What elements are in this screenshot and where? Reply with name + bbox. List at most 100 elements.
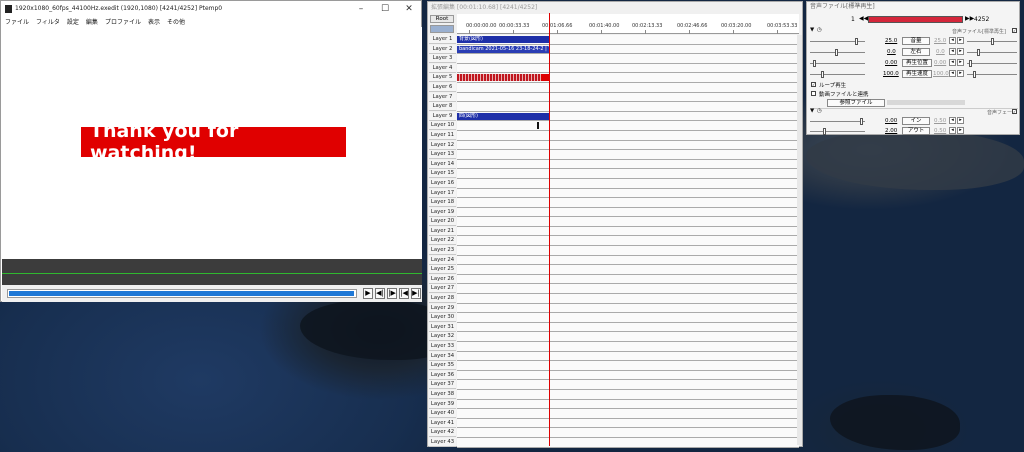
menu-other[interactable]: その他 (167, 17, 185, 26)
layer-lane[interactable] (457, 73, 799, 83)
layer-label[interactable]: Layer 34 (429, 351, 456, 361)
layer-label[interactable]: Layer 2 (429, 44, 456, 54)
layer-label[interactable]: Layer 40 (429, 409, 456, 419)
collapse-icon[interactable]: ▼ (810, 108, 814, 114)
layer-lane[interactable] (457, 236, 799, 247)
layer-lane[interactable] (457, 380, 799, 390)
layer-label[interactable]: Layer 28 (429, 294, 456, 304)
layer-lane[interactable]: 四(図形) (457, 111, 799, 122)
layer-label[interactable]: Layer 12 (429, 140, 456, 150)
position-slider-left[interactable] (810, 63, 865, 64)
go-start-button[interactable]: |◀ (399, 288, 409, 299)
layer-lane[interactable] (457, 54, 799, 64)
layer-label[interactable]: Layer 3 (429, 54, 456, 64)
prev-frame-icon[interactable]: ◀◀ (859, 15, 868, 23)
layer-label[interactable]: Layer 30 (429, 313, 456, 323)
layer-lane[interactable] (457, 178, 799, 189)
layer-lane[interactable] (457, 389, 799, 400)
layer-lane[interactable] (457, 437, 799, 448)
menu-file[interactable]: ファイル (5, 17, 29, 26)
fade-out-button[interactable]: アウト (902, 127, 930, 135)
speed-value-left[interactable]: 100.0 (883, 71, 899, 77)
increment-icon[interactable]: ▸ (957, 48, 964, 55)
play-button[interactable]: ▶ (363, 288, 373, 299)
slider-knob[interactable] (977, 49, 980, 56)
layer-lane[interactable] (457, 92, 799, 103)
layer-label[interactable]: Layer 23 (429, 246, 456, 256)
fade-checkbox[interactable]: ✓ (1012, 109, 1017, 114)
layer-label[interactable]: Layer 39 (429, 399, 456, 409)
layer-label[interactable]: Layer 32 (429, 332, 456, 342)
layer-lane[interactable] (457, 140, 799, 151)
layer-label[interactable]: Layer 41 (429, 418, 456, 428)
layer-label[interactable]: Layer 22 (429, 236, 456, 246)
layer-lane[interactable] (457, 370, 799, 381)
collapse-icon[interactable]: ▼ (810, 27, 814, 33)
close-icon[interactable]: ✕ (397, 1, 421, 16)
decrement-icon[interactable]: ◂ (949, 37, 956, 44)
layer-label[interactable]: Layer 13 (429, 150, 456, 160)
layer-label[interactable]: Layer 27 (429, 284, 456, 294)
layer-label[interactable]: Layer 15 (429, 169, 456, 179)
layer-label[interactable]: Layer 42 (429, 428, 456, 438)
clip-video-bandicam[interactable]: bandicam 2021-05-16 23-18-24-2 | Tha (457, 45, 549, 53)
layer-lane[interactable] (457, 102, 799, 112)
layer-lane[interactable] (457, 294, 799, 304)
clip-shape[interactable]: 四(図形) (457, 112, 549, 120)
layer-lane[interactable] (457, 342, 799, 352)
layer-label[interactable]: Layer 19 (429, 207, 456, 217)
increment-icon[interactable]: ▸ (957, 127, 964, 134)
volume-button[interactable]: 音量 (902, 37, 930, 45)
speed-value-right[interactable]: 100.0 (933, 71, 949, 77)
menu-view[interactable]: 表示 (148, 17, 160, 26)
decrement-icon[interactable]: ◂ (949, 59, 956, 66)
playhead-cursor[interactable] (549, 13, 550, 446)
increment-icon[interactable]: ▸ (957, 117, 964, 124)
position-button[interactable]: 再生位置 (902, 59, 932, 67)
clip-audio[interactable] (457, 74, 549, 82)
loop-checkbox[interactable]: ✓ (811, 82, 816, 87)
frame-range-bar[interactable] (868, 16, 963, 23)
layer-label[interactable]: Layer 37 (429, 380, 456, 390)
slider-knob[interactable] (991, 38, 994, 45)
audio-file-checkbox[interactable]: ✓ (1012, 28, 1017, 33)
layer-lane[interactable] (457, 399, 799, 410)
position-value-right[interactable]: 0.00 (934, 60, 946, 66)
layer-lane[interactable] (457, 313, 799, 323)
layer-label[interactable]: Layer 16 (429, 178, 456, 188)
layer-label[interactable]: Layer 1 (429, 35, 456, 44)
position-slider-right[interactable] (967, 63, 1017, 64)
layer-lane[interactable] (457, 265, 799, 275)
decrement-icon[interactable]: ◂ (949, 70, 956, 77)
layer-lane[interactable] (457, 274, 799, 285)
reference-file-button[interactable]: 参照ファイル (827, 99, 885, 107)
layer-label[interactable]: Layer 7 (429, 92, 456, 102)
layer-lane[interactable] (457, 255, 799, 266)
seek-bar[interactable] (7, 289, 357, 298)
layer-label[interactable]: Layer 36 (429, 370, 456, 380)
next-frame-button[interactable]: |▶ (387, 288, 397, 299)
maximize-icon[interactable]: ☐ (373, 1, 397, 16)
layer-lane[interactable] (457, 198, 799, 208)
pan-slider-right[interactable] (967, 52, 1017, 53)
slider-knob[interactable] (969, 60, 972, 67)
pan-button[interactable]: 左右 (902, 48, 930, 56)
slider-knob[interactable] (813, 60, 816, 67)
increment-icon[interactable]: ▸ (957, 59, 964, 66)
layer-label[interactable]: Layer 14 (429, 159, 456, 169)
layer-label[interactable]: Layer 29 (429, 303, 456, 313)
slider-knob[interactable] (855, 38, 858, 45)
slider-knob[interactable] (973, 71, 976, 78)
speed-slider-left[interactable] (810, 74, 865, 75)
layer-label[interactable]: Layer 6 (429, 82, 456, 92)
layer-label[interactable]: Layer 38 (429, 389, 456, 399)
slider-knob[interactable] (860, 118, 863, 125)
layer-lane[interactable] (457, 63, 799, 74)
layer-label[interactable]: Layer 35 (429, 361, 456, 371)
fade-in-value-left[interactable]: 0.00 (885, 118, 897, 124)
layer-label[interactable]: Layer 20 (429, 217, 456, 227)
layer-lane[interactable] (457, 226, 799, 237)
layer-label[interactable]: Layer 17 (429, 188, 456, 198)
fade-out-slider-left[interactable] (810, 131, 865, 132)
layer-lane[interactable] (457, 159, 799, 170)
